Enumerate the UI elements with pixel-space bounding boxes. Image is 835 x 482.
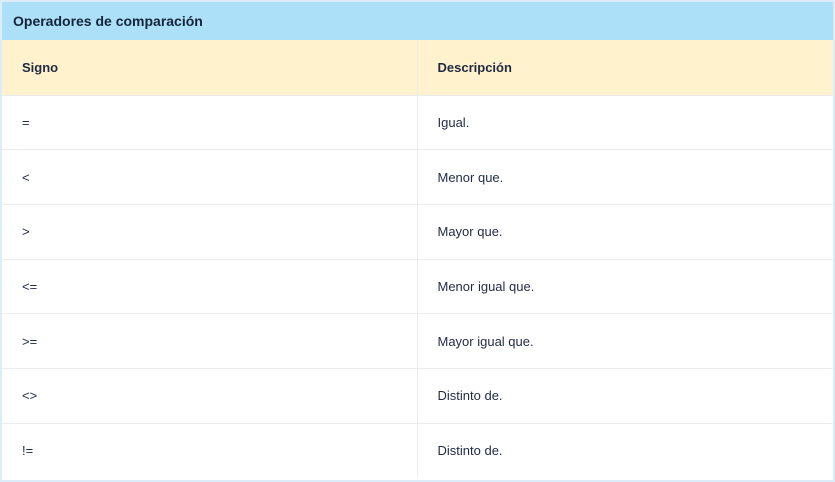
table-row: <= Menor igual que. (2, 259, 833, 315)
table-row: >= Mayor igual que. (2, 313, 833, 369)
cell-descripcion: Mayor que. (417, 204, 833, 260)
cell-signo: <= (2, 259, 418, 315)
cell-signo: = (2, 95, 418, 151)
column-header-signo: Signo (2, 40, 418, 96)
table-row: > Mayor que. (2, 204, 833, 260)
table-row: <> Distinto de. (2, 368, 833, 424)
table-row: != Distinto de. (2, 423, 833, 478)
cell-signo: > (2, 204, 418, 260)
table-row: = Igual. (2, 95, 833, 151)
cell-descripcion: Mayor igual que. (417, 313, 833, 369)
operators-table: Signo Descripción = Igual. < Menor que. … (2, 40, 833, 478)
cell-descripcion: Distinto de. (437, 443, 503, 459)
cell-signo: <> (2, 368, 418, 424)
column-header-descripcion: Descripción (417, 40, 833, 96)
cell-signo: < (2, 149, 418, 205)
table-header-row: Signo Descripción (2, 40, 833, 96)
cell-signo: != (2, 423, 418, 478)
cell-descripcion: Igual. (417, 95, 833, 151)
cell-signo: >= (2, 313, 418, 369)
cell-descripcion: Menor que. (417, 149, 833, 205)
table-row: < Menor que. (2, 149, 833, 205)
comparison-operators-panel: Operadores de comparación Signo Descripc… (0, 0, 835, 482)
cell-descripcion: Menor igual que. (417, 259, 833, 315)
cell-descripcion: Distinto de. (417, 368, 833, 424)
panel-title: Operadores de comparación (2, 2, 833, 40)
